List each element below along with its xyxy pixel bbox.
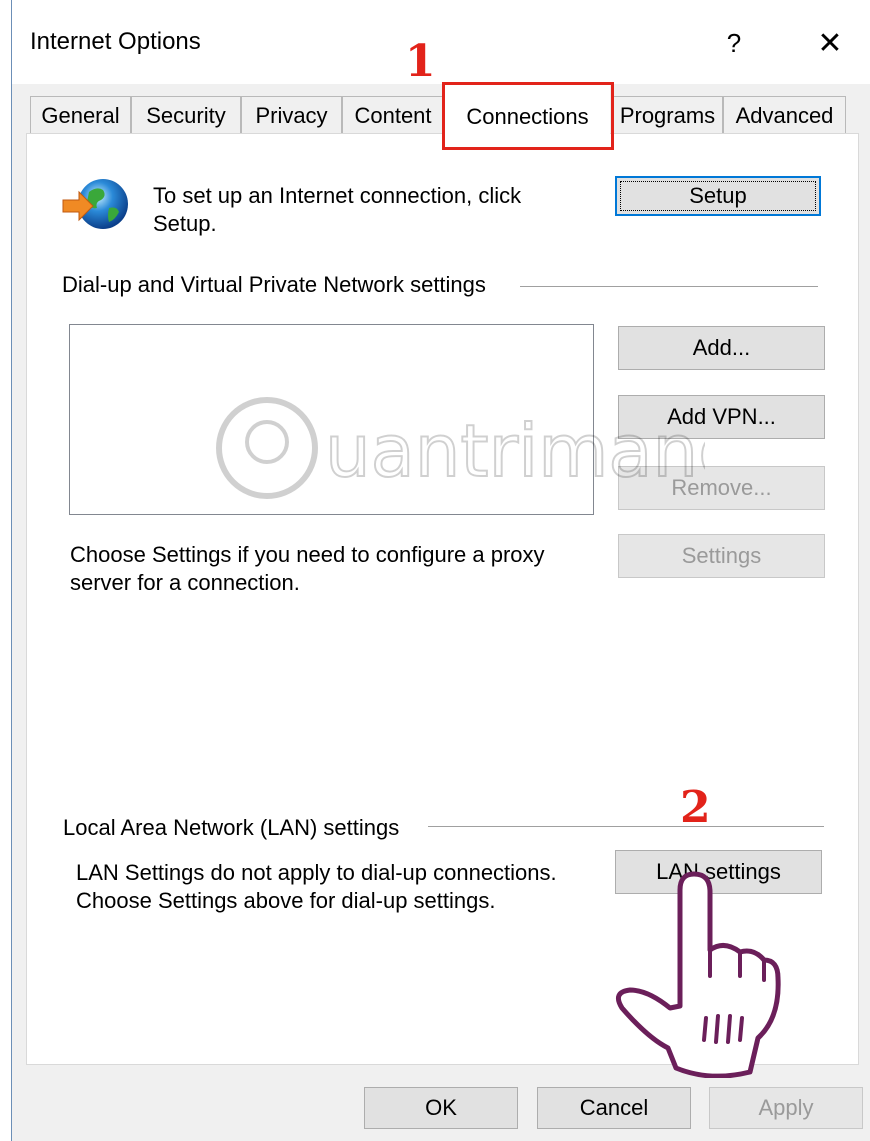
lan-text-line1: LAN Settings do not apply to dial-up con… <box>76 860 557 885</box>
tab-content[interactable]: Content <box>342 96 444 134</box>
proxy-text-line2: server for a connection. <box>70 570 300 595</box>
tab-general[interactable]: General <box>30 96 131 134</box>
setup-text-line2: Setup. <box>153 211 217 236</box>
step-2-label: 2 <box>680 782 711 833</box>
tab-programs[interactable]: Programs <box>612 96 723 134</box>
apply-button[interactable]: Apply <box>709 1087 863 1129</box>
lan-text-line2: Choose Settings above for dial-up settin… <box>76 888 496 913</box>
title-bar: Internet Options ? ✕ <box>12 0 870 84</box>
focus-rectangle <box>620 181 816 211</box>
dialup-group-label: Dial-up and Virtual Private Network sett… <box>62 272 486 297</box>
remove-button[interactable]: Remove... <box>618 466 825 510</box>
setup-button[interactable]: Setup <box>615 176 821 216</box>
ok-button[interactable]: OK <box>364 1087 518 1129</box>
setup-text-line1: To set up an Internet connection, click <box>153 183 522 208</box>
window-title: Internet Options <box>30 28 201 55</box>
add-vpn-button[interactable]: Add VPN... <box>618 395 825 439</box>
dialup-group-divider <box>520 286 818 287</box>
proxy-text-line1: Choose Settings if you need to configure… <box>70 542 545 567</box>
tab-connections[interactable]: Connections <box>445 85 610 149</box>
tab-advanced[interactable]: Advanced <box>723 96 846 134</box>
lan-group-divider <box>428 826 824 827</box>
help-button[interactable]: ? <box>709 22 759 64</box>
cancel-button[interactable]: Cancel <box>537 1087 691 1129</box>
settings-button[interactable]: Settings <box>618 534 825 578</box>
add-button[interactable]: Add... <box>618 326 825 370</box>
tab-security[interactable]: Security <box>131 96 241 134</box>
pointing-hand-icon <box>615 871 781 1078</box>
connections-listbox[interactable] <box>69 324 594 515</box>
lan-group-label: Local Area Network (LAN) settings <box>63 815 400 840</box>
globe-connection-icon <box>62 179 128 229</box>
close-button[interactable]: ✕ <box>805 22 855 64</box>
step-1-label: 1 <box>405 36 436 87</box>
tab-privacy[interactable]: Privacy <box>241 96 342 134</box>
